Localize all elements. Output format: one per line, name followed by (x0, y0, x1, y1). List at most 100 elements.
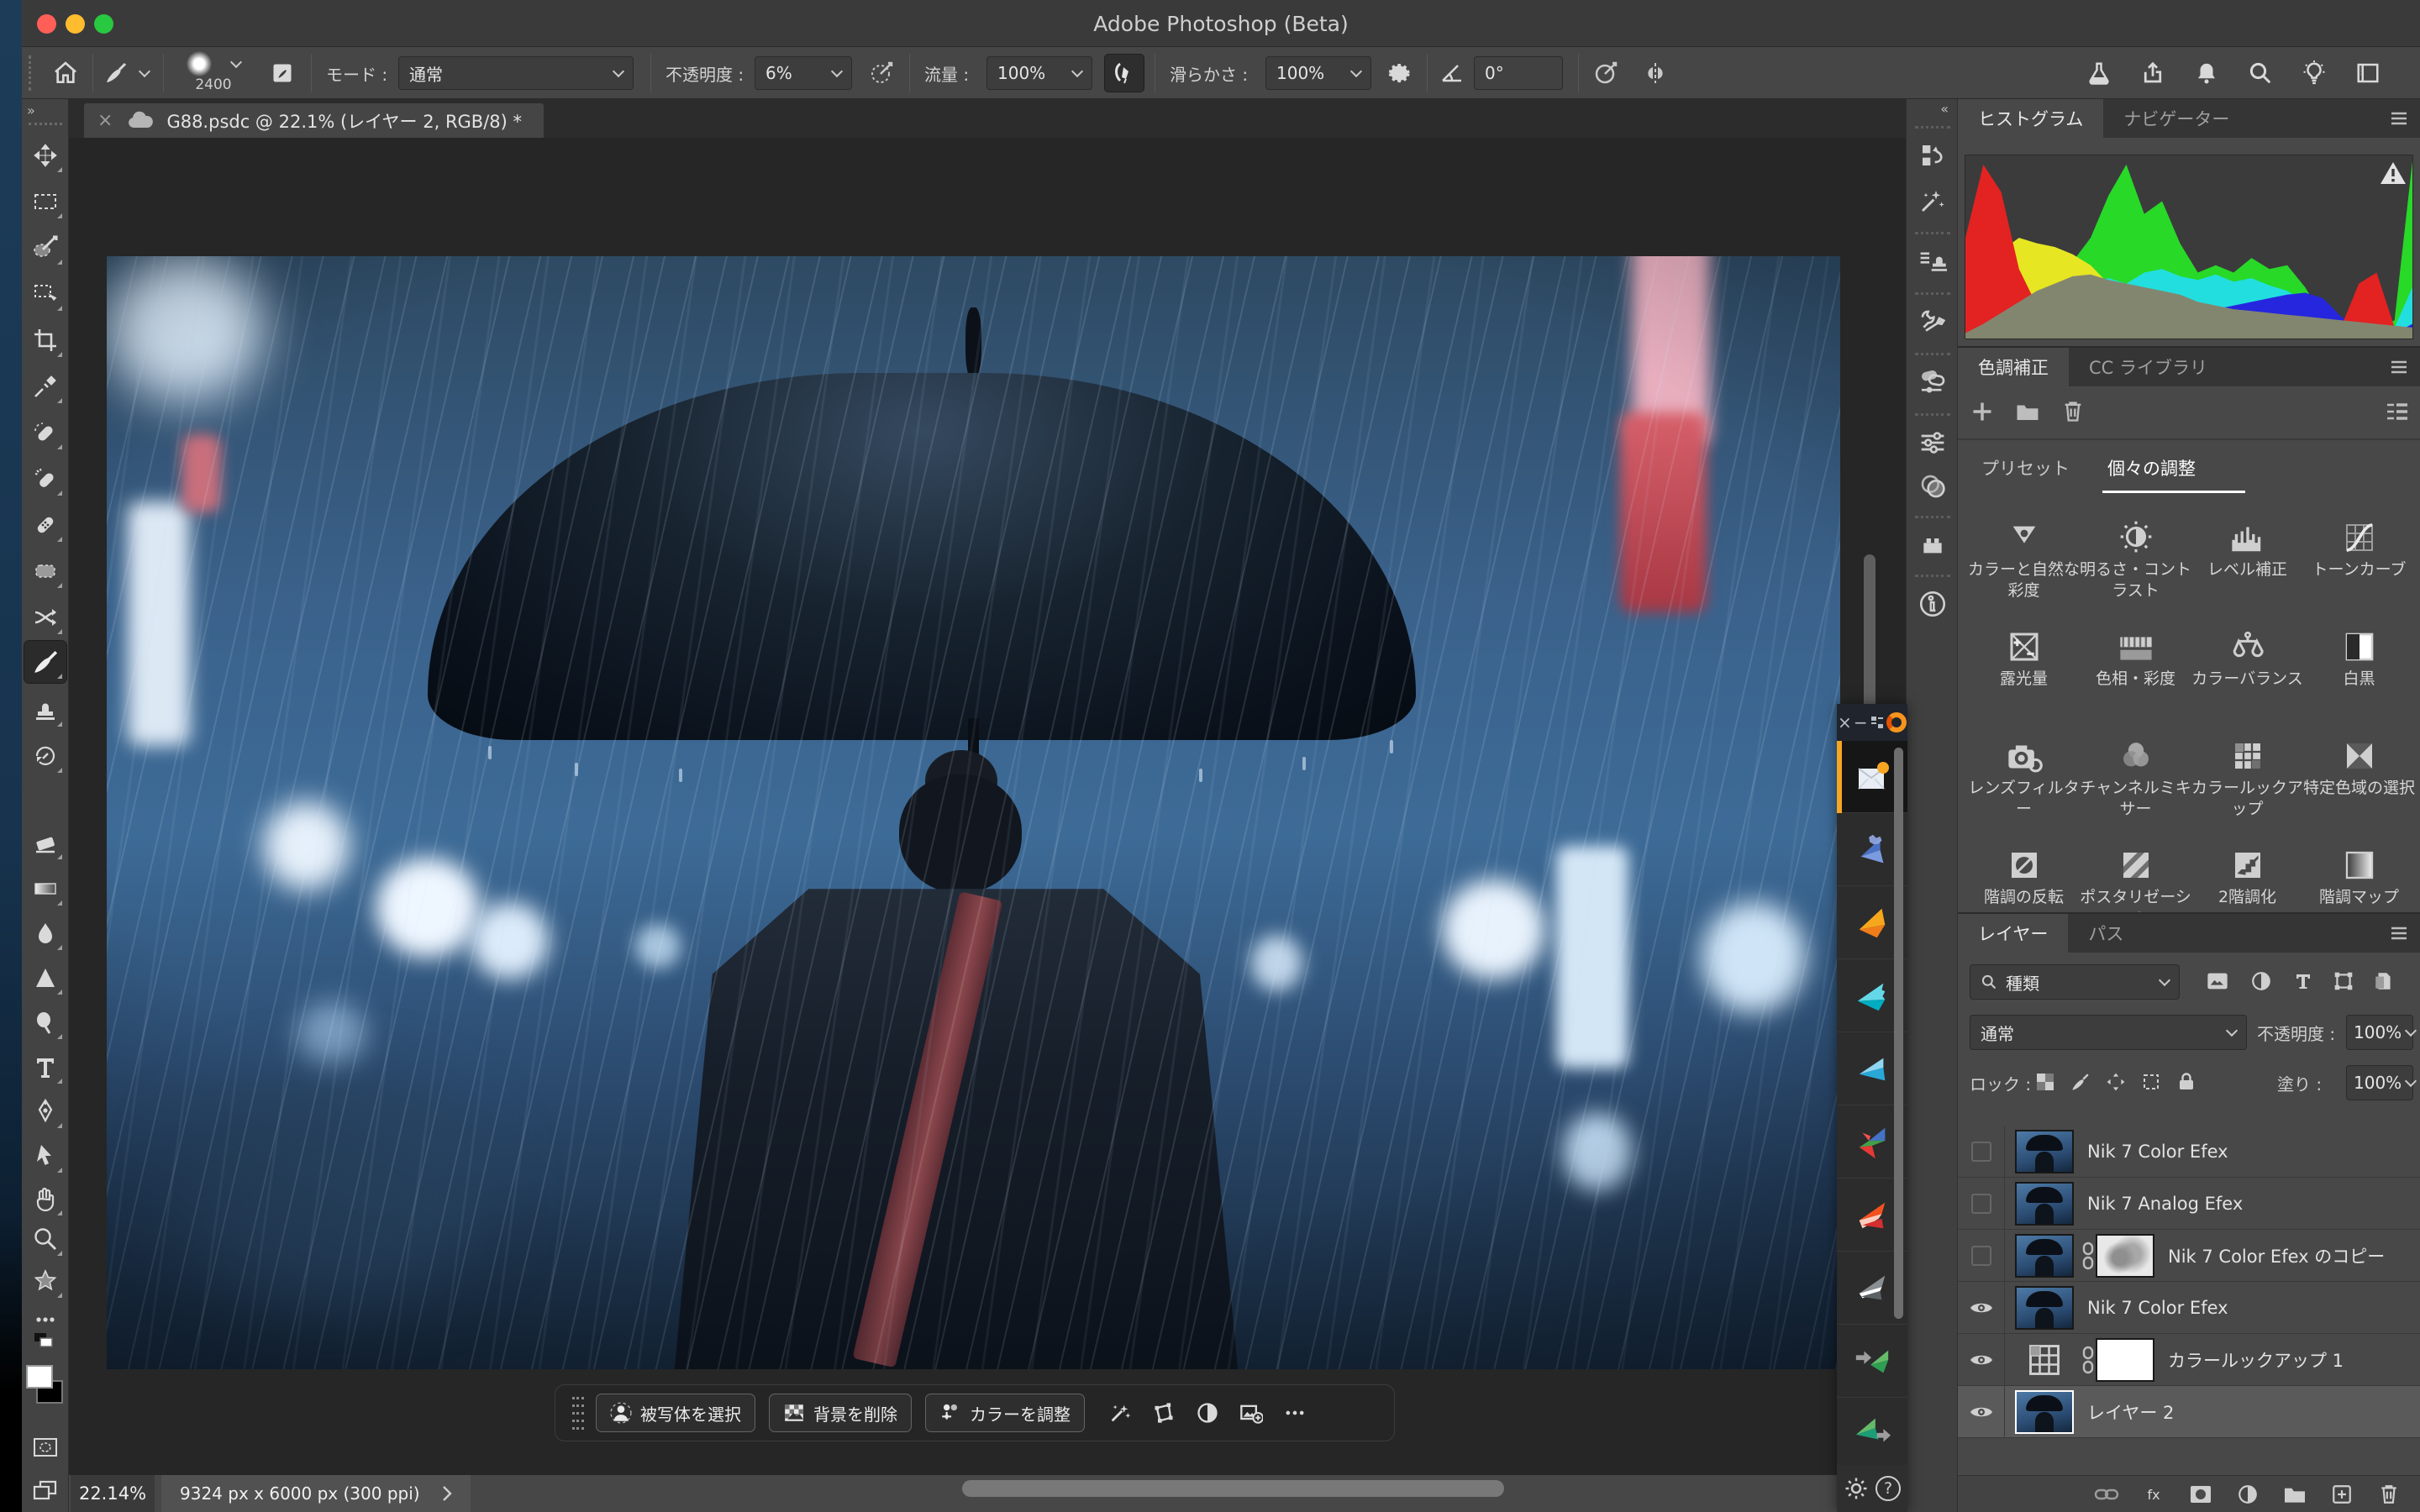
adjustment-photo-filter[interactable]: レンズフィルター (1968, 731, 2080, 820)
panel-tools-customize[interactable] (1910, 301, 1955, 343)
canvas-area[interactable] (69, 138, 1906, 1475)
mask-link-icon[interactable] (2081, 1346, 2096, 1374)
add-adjustment-button[interactable] (1965, 395, 2000, 428)
more-options-button[interactable] (1273, 1394, 1317, 1432)
beta-features-button[interactable] (2079, 54, 2119, 92)
layer-thumbnail[interactable] (2015, 1182, 2074, 1226)
panel-properties[interactable] (1910, 422, 1955, 464)
airbrush-toggle-button[interactable] (1104, 54, 1144, 92)
marquee-tool[interactable] (24, 181, 66, 223)
selection-brush-tool[interactable] (24, 227, 66, 269)
type-tool[interactable] (24, 1046, 66, 1088)
spot-healing-brush-tool[interactable] (24, 412, 66, 454)
tab-individual-adjustments[interactable]: 個々の調整 (2107, 455, 2196, 480)
adjustment-brightness-contrast[interactable]: 明るさ・コントラスト (2080, 512, 2191, 601)
tab-paths[interactable]: パス (2068, 914, 2144, 953)
adjustment-color-vibrance[interactable]: カラーと自然な彩度 (1968, 512, 2080, 601)
hand-tool[interactable] (24, 1178, 66, 1220)
lock-all-button[interactable] (2171, 1065, 2202, 1099)
collapse-panels-icon[interactable]: « (1940, 101, 1950, 117)
panel-remote-connections[interactable] (1910, 361, 1955, 403)
tab-navigator[interactable]: ナビゲーター (2103, 99, 2249, 138)
adjust-color-button[interactable]: カラーを調整 (925, 1394, 1085, 1432)
brush-tool[interactable] (24, 641, 66, 683)
layer-visibility-toggle[interactable] (1958, 1334, 2005, 1386)
layer-row[interactable]: Nik 7 Color Efex のコピー (1958, 1230, 2420, 1282)
layer-fill-field[interactable]: 100% (2346, 1065, 2413, 1100)
adjustment-channel-mixer[interactable]: チャンネルミキサー (2080, 731, 2191, 820)
adjustment-button[interactable] (1186, 1394, 1229, 1432)
history-brush-tool[interactable] (24, 735, 66, 777)
screen-mode-button[interactable] (24, 1470, 66, 1512)
layer-mask-thumbnail[interactable] (2096, 1338, 2154, 1382)
layer-name[interactable]: Nik 7 Color Efex (2087, 1142, 2228, 1162)
symmetry-button[interactable] (1635, 54, 1676, 92)
tab-adjustments[interactable]: 色調補正 (1958, 348, 2069, 386)
layer-visibility-toggle[interactable] (1958, 1126, 2005, 1178)
remove-background-button[interactable]: 背景を削除 (769, 1394, 912, 1432)
adjustment-levels[interactable]: レベル補正 (2191, 512, 2303, 580)
layer-name[interactable]: カラールックアップ 1 (2168, 1347, 2344, 1373)
layer-row[interactable]: Nik 7 Analog Efex (1958, 1178, 2420, 1230)
new-layer-button[interactable] (2324, 1478, 2360, 1511)
zoom-level-field[interactable]: 22.14% (71, 1475, 155, 1512)
adjustments-list-view-button[interactable] (2380, 395, 2415, 428)
adjustment-color-lookup[interactable]: カラールックアップ (2191, 731, 2303, 820)
generate-button[interactable] (1098, 1394, 1142, 1432)
opacity-pressure-button[interactable] (862, 54, 902, 92)
dodge-tool[interactable] (24, 1001, 66, 1043)
layer-style-button[interactable]: fx (2136, 1478, 2171, 1511)
tool-preset-picker[interactable] (99, 54, 153, 92)
layer-visibility-toggle[interactable] (1958, 1178, 2005, 1230)
panel-menu-icon[interactable] (2386, 99, 2412, 138)
add-mask-button[interactable] (2183, 1478, 2218, 1511)
adjustment-invert[interactable]: 階調の反転 (1968, 840, 2080, 908)
healing-brush-tool[interactable] (24, 504, 66, 546)
filter-shape-layers-button[interactable] (2326, 964, 2361, 998)
toolbar-expand-icon[interactable]: » (27, 102, 37, 118)
document-tab[interactable]: × G88.psdc @ 22.1% (レイヤー 2, RGB/8) * (84, 103, 544, 138)
help-icon[interactable]: ? (1876, 1476, 1901, 1501)
flow-select[interactable]: 100% (986, 56, 1092, 90)
layer-visibility-toggle[interactable] (1958, 1230, 2005, 1282)
clone-stamp-tool[interactable] (24, 689, 66, 731)
discover-button[interactable] (2294, 54, 2334, 92)
layer-opacity-field[interactable]: 100% (2346, 1015, 2413, 1050)
nik-tool-sharpener[interactable] (1837, 1399, 1907, 1464)
adjustment-gradient-map[interactable]: 階調マップ (2303, 840, 2415, 908)
brush-angle-input[interactable]: 0° (1474, 56, 1563, 90)
taskbar-drag-handle[interactable] (564, 1397, 592, 1430)
link-layers-button[interactable] (2089, 1478, 2124, 1511)
gear-icon[interactable] (1844, 1476, 1869, 1501)
eyedropper-tool[interactable] (24, 365, 66, 407)
zoom-tool[interactable] (24, 1218, 66, 1260)
layer-name[interactable]: Nik 7 Color Efex のコピー (2168, 1243, 2385, 1268)
object-selection-tool[interactable] (24, 273, 66, 315)
minimize-icon[interactable]: − (1854, 712, 1868, 732)
path-selection-tool[interactable] (24, 1135, 66, 1177)
adjustment-black-white[interactable]: 白黒 (2303, 622, 2415, 690)
default-colors-button[interactable] (24, 1327, 66, 1356)
workspace-button[interactable] (2348, 54, 2388, 92)
layer-row[interactable]: レイヤー 2 (1958, 1386, 2420, 1438)
brush-preset-picker[interactable]: 2400 (175, 49, 252, 96)
lock-artboard-button[interactable] (2136, 1065, 2166, 1099)
layer-row[interactable]: カラールックアップ 1 (1958, 1334, 2420, 1386)
new-adjustment-layer-button[interactable] (2230, 1478, 2265, 1511)
sharpen-tool[interactable] (24, 957, 66, 999)
panel-plugins[interactable] (1910, 524, 1955, 566)
blur-tool[interactable] (24, 912, 66, 954)
layer-thumbnail[interactable] (2015, 1390, 2074, 1434)
filter-smart-objects-button[interactable] (2366, 964, 2402, 998)
settings-grid-icon[interactable] (1870, 715, 1885, 730)
panel-history[interactable] (1910, 134, 1955, 176)
select-subject-button[interactable]: 被写体を選択 (596, 1394, 755, 1432)
layer-mask-thumbnail[interactable] (2096, 1234, 2154, 1278)
layer-filter-select[interactable]: 種類 (1970, 964, 2180, 1000)
close-icon[interactable]: × (1838, 712, 1852, 732)
share-button[interactable] (2133, 54, 2173, 92)
close-tab-icon[interactable]: × (97, 110, 113, 131)
adjustment-threshold[interactable]: 2階調化 (2191, 840, 2303, 908)
pen-tool[interactable] (24, 1090, 66, 1132)
patch-tool[interactable] (24, 550, 66, 592)
